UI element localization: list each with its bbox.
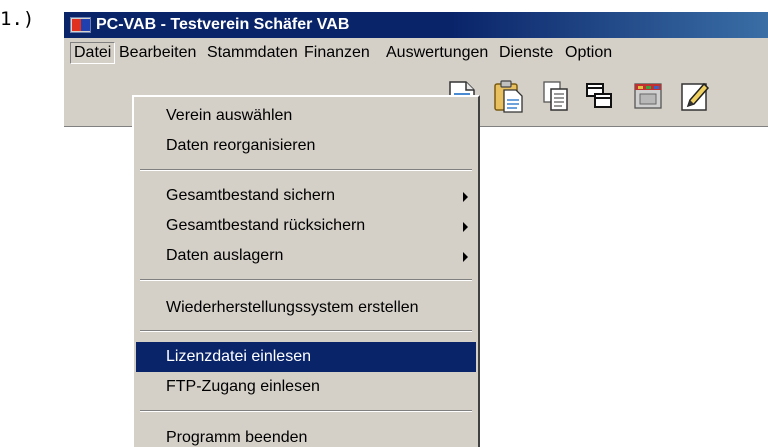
- menu-item-label: Programm beenden: [166, 429, 308, 446]
- menu-item-label: Daten reorganisieren: [166, 137, 316, 154]
- menu-separator: [140, 279, 472, 281]
- menu-item-label: Gesamtbestand sichern: [166, 187, 335, 204]
- window-title: PC-VAB - Testverein Schäfer VAB: [96, 16, 350, 33]
- menu-separator: [140, 330, 472, 332]
- datei-dropdown-menu: Verein auswählen Daten reorganisieren Ge…: [132, 95, 480, 447]
- title-bar: PC-VAB - Testverein Schäfer VAB: [64, 12, 768, 38]
- edit-pencil-icon[interactable]: [676, 78, 712, 114]
- app-window: PC-VAB - Testverein Schäfer VAB Datei Be…: [64, 12, 768, 447]
- submenu-arrow-icon: [463, 222, 468, 232]
- clipboard-paste-icon[interactable]: [490, 78, 526, 114]
- menu-datei[interactable]: Datei: [70, 42, 116, 64]
- calendar-box-icon[interactable]: [630, 78, 666, 114]
- menu-separator: [140, 410, 472, 412]
- submenu-arrow-icon: [463, 252, 468, 262]
- menu-item-gesamtbestand-ruecksichern[interactable]: Gesamtbestand rücksichern: [136, 211, 476, 241]
- app-logo-icon: [70, 17, 91, 33]
- menu-item-label: Wiederherstellungssystem erstellen: [166, 299, 419, 316]
- screenshot-canvas: 1.) PC-VAB - Testverein Schäfer VAB Date…: [0, 0, 768, 447]
- menu-optionen[interactable]: Option: [562, 42, 615, 64]
- step-label: 1.): [0, 8, 35, 30]
- menu-item-daten-auslagern[interactable]: Daten auslagern: [136, 241, 476, 271]
- menu-stammdaten[interactable]: Stammdaten: [204, 42, 301, 64]
- menu-item-gesamtbestand-sichern[interactable]: Gesamtbestand sichern: [136, 181, 476, 211]
- menu-item-label: FTP-Zugang einlesen: [166, 378, 320, 395]
- menu-item-label: Daten auslagern: [166, 247, 284, 264]
- menu-item-daten-reorganisieren[interactable]: Daten reorganisieren: [136, 131, 476, 161]
- menu-item-ftp-zugang-einlesen[interactable]: FTP-Zugang einlesen: [136, 372, 476, 402]
- submenu-arrow-icon: [463, 192, 468, 202]
- menu-bar: Datei Bearbeiten Stammdaten Finanzen Aus…: [64, 38, 768, 68]
- copy-icon[interactable]: [538, 78, 574, 114]
- menu-finanzen[interactable]: Finanzen: [301, 42, 373, 64]
- menu-item-label: Lizenzdatei einlesen: [166, 348, 311, 365]
- menu-bearbeiten[interactable]: Bearbeiten: [116, 42, 199, 64]
- menu-auswertungen[interactable]: Auswertungen: [383, 42, 491, 64]
- menu-item-programm-beenden[interactable]: Programm beenden: [136, 423, 476, 447]
- windows-icon[interactable]: [582, 78, 618, 114]
- menu-item-label: Verein auswählen: [166, 107, 293, 124]
- menu-dienste[interactable]: Dienste: [496, 42, 556, 64]
- menu-separator: [140, 169, 472, 171]
- menu-item-verein-auswaehlen[interactable]: Verein auswählen: [136, 101, 476, 131]
- menu-item-label: Gesamtbestand rücksichern: [166, 217, 366, 234]
- menu-item-lizenzdatei-einlesen[interactable]: Lizenzdatei einlesen: [136, 342, 476, 372]
- menu-item-wiederherstellungssystem[interactable]: Wiederherstellungssystem erstellen: [136, 293, 476, 323]
